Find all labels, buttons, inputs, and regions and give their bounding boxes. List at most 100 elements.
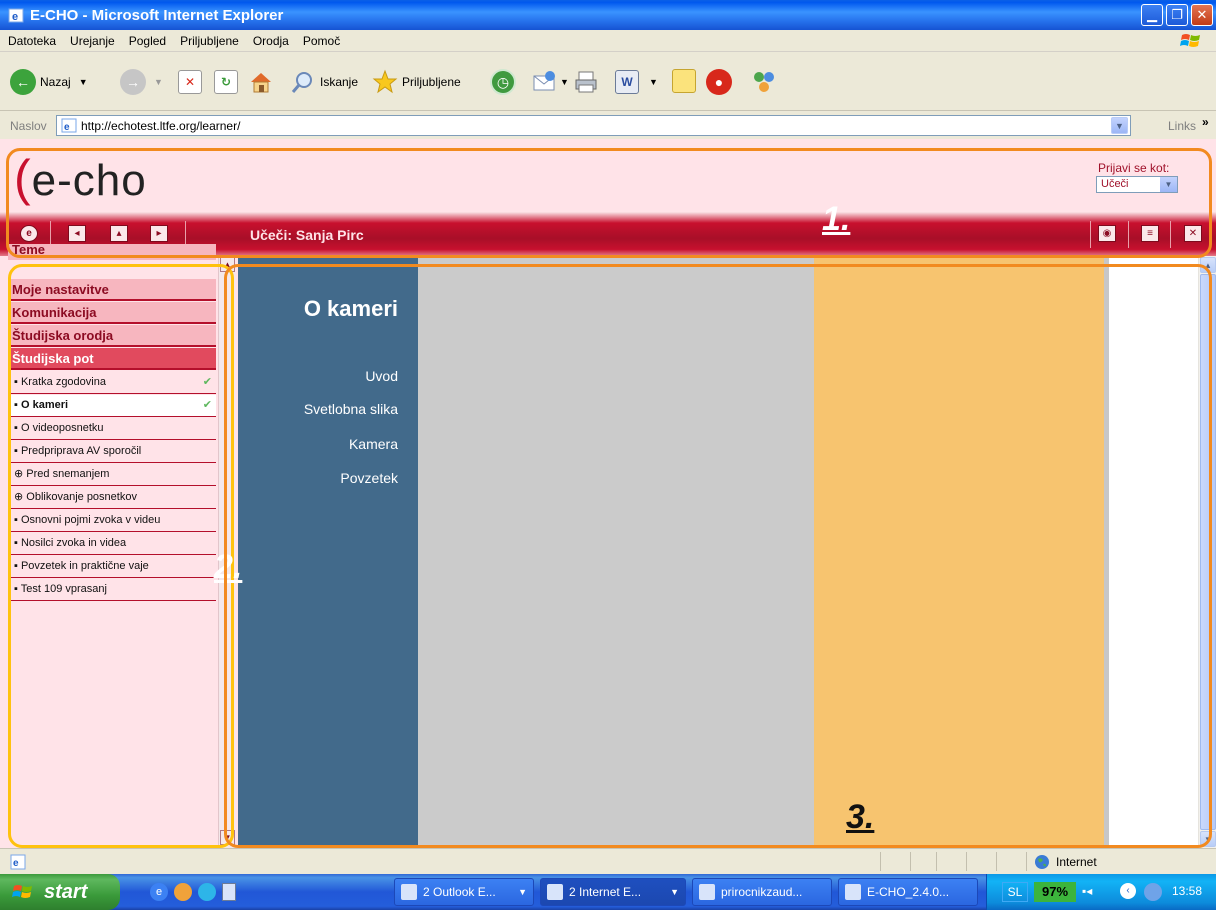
quicklaunch-media-icon[interactable] [174,883,192,901]
sidebar-section-study-tools[interactable]: Študijska orodja [8,325,216,347]
task-label: 2 Internet E... [569,885,642,899]
sidebar-item-label: Osnovni pojmi zvoka v videu [20,514,161,526]
task-outlook[interactable]: 2 Outlook E... ▼ [394,878,534,906]
scroll-up-icon[interactable]: ▲ [220,257,235,272]
battery-indicator[interactable]: 97% [1034,882,1076,902]
sidebar-item-short-history[interactable]: ▪ Kratka zgodovina ✔ [8,372,216,394]
up-button[interactable]: ▴ [110,225,128,242]
sidebar-item-shot-design[interactable]: ⊕ Oblikovanje posnetkov [8,487,216,509]
expand-icon[interactable]: ⊕ [14,491,23,503]
close-window-button[interactable]: ✕ [1191,4,1213,26]
quicklaunch-ie-icon[interactable]: e [150,883,168,901]
status-bar: e Internet [0,848,1216,874]
menu-item-view[interactable]: Pogled [129,34,166,48]
restore-button[interactable]: ❐ [1166,4,1188,26]
mail-button[interactable]: ▼ [532,69,569,95]
logout-button[interactable]: ✕ [1184,225,1202,242]
note-icon [672,69,696,93]
sidebar-item-before-shooting[interactable]: ⊕ Pred snemanjem [8,464,216,486]
refresh-button[interactable]: ↻ [214,70,238,94]
messenger-button[interactable]: ● [706,69,732,95]
next-button[interactable]: ▸ [150,225,168,242]
role-dropdown-icon[interactable]: ▼ [1160,177,1177,192]
home-button[interactable] [248,69,274,95]
edit-dropdown-icon[interactable]: ▼ [649,77,658,87]
print-button[interactable] [573,69,599,95]
menu-item-favorites[interactable]: Priljubljene [180,34,239,48]
sidebar-item-label: Kratka zgodovina [20,376,106,388]
checkmark-icon: ✔ [202,376,212,388]
mail-dropdown-icon[interactable]: ▼ [560,77,569,87]
quicklaunch-browser-icon[interactable] [198,883,216,901]
links-label[interactable]: Links [1168,119,1196,133]
sidebar-item-summary-exercises[interactable]: ▪ Povzetek in praktične vaje [8,556,216,578]
page-scroll-down-icon[interactable]: ▼ [1200,831,1216,847]
sidebar-item-sound-basics[interactable]: ▪ Osnovni pojmi zvoka v videu [8,510,216,532]
lesson-link-summary[interactable]: Povzetek [340,470,398,486]
page-scroll-thumb[interactable] [1200,274,1216,830]
menu-item-help[interactable]: Pomoč [303,34,340,48]
stop-button[interactable]: ✕ [178,70,202,94]
notes-button[interactable]: ≡ [1141,225,1159,242]
task-echo-doc[interactable]: E-CHO_2.4.0... [838,878,978,906]
sidebar-section-topics[interactable]: Teme [8,244,216,260]
window-title-bar[interactable]: e E-CHO - Microsoft Internet Explorer ▁ … [0,0,1216,30]
sidebar-item-about-camera[interactable]: ▪ O kameri ✔ [8,395,216,417]
back-dropdown-icon[interactable]: ▼ [79,77,88,87]
arrow-right-icon: ▸ [156,228,162,239]
sidebar-item-about-video[interactable]: ▪ O videoposnetku [8,418,216,440]
address-bar: Naslov e http://echotest.ltfe.org/learne… [0,112,1216,139]
svg-text:e: e [12,11,18,23]
annotation-number-3: 3. [846,798,875,836]
discuss-button[interactable] [672,69,696,93]
previous-button[interactable]: ◂ [68,225,86,242]
address-label: Naslov [10,119,47,133]
history-icon: ◷ [490,69,516,95]
language-indicator[interactable]: SL [1002,882,1028,902]
internet-explorer-icon: e [8,8,24,23]
favorites-button[interactable]: Priljubljene [372,69,461,95]
address-dropdown-button[interactable]: ▼ [1111,117,1128,134]
history-button[interactable]: ◷ [490,69,516,95]
edit-word-button[interactable]: W ▼ [615,70,658,94]
arrow-left-icon: ◂ [74,228,80,239]
forward-button[interactable]: → ▼ [120,69,163,95]
sidebar-section-communication[interactable]: Komunikacija [8,302,216,324]
page-scrollbar[interactable]: ▲ ▼ [1198,256,1216,848]
quicklaunch-notepad-icon[interactable] [222,883,236,901]
address-input[interactable]: e http://echotest.ltfe.org/learner/ ▼ [56,115,1131,136]
info-button[interactable]: ◉ [1098,225,1116,242]
back-button[interactable]: ← Nazaj ▼ [10,69,88,95]
sidebar-section-study-path[interactable]: Študijska pot [8,348,216,370]
task-word-doc[interactable]: prirocnikzaud... [692,878,832,906]
search-button[interactable]: Iskanje [290,69,358,95]
task-internet-explorer[interactable]: 2 Internet E... ▼ [540,878,686,906]
power-plug-icon[interactable]: ▪◂ [1082,884,1092,898]
start-button[interactable]: start [0,874,120,910]
status-divider [1026,852,1027,871]
sidebar-section-label: Moje nastavitve [12,282,109,297]
menu-item-tools[interactable]: Orodja [253,34,289,48]
contacts-button[interactable] [750,69,778,95]
bullet-icon: ▪ [14,560,18,572]
sidebar-item-av-preparation[interactable]: ▪ Predpriprava AV sporočil [8,441,216,463]
role-select[interactable]: Učeči ▼ [1096,176,1178,193]
tray-expand-icon[interactable]: ‹ [1120,883,1136,899]
lesson-link-camera[interactable]: Kamera [349,436,398,452]
page-scroll-up-icon[interactable]: ▲ [1200,257,1216,273]
expand-icon[interactable]: ⊕ [14,468,23,480]
menu-item-edit[interactable]: Urejanje [70,34,115,48]
links-chevron-icon[interactable]: » [1202,115,1209,129]
menu-item-file[interactable]: Datoteka [8,34,56,48]
forward-dropdown-icon[interactable]: ▼ [154,77,163,87]
scroll-down-icon[interactable]: ▼ [220,830,235,845]
network-icon[interactable] [1144,883,1162,901]
sidebar-item-media-carriers[interactable]: ▪ Nosilci zvoka in videa [8,533,216,555]
sidebar-item-test[interactable]: ▪ Test 109 vprasanj [8,579,216,601]
minimize-button[interactable]: ▁ [1141,4,1163,26]
echo-home-button[interactable]: e [20,225,38,242]
lesson-link-intro[interactable]: Uvod [365,368,398,384]
sidebar-section-my-settings[interactable]: Moje nastavitve [8,279,216,301]
lesson-link-light-image[interactable]: Svetlobna slika [304,401,398,417]
word-task-icon [845,884,861,900]
